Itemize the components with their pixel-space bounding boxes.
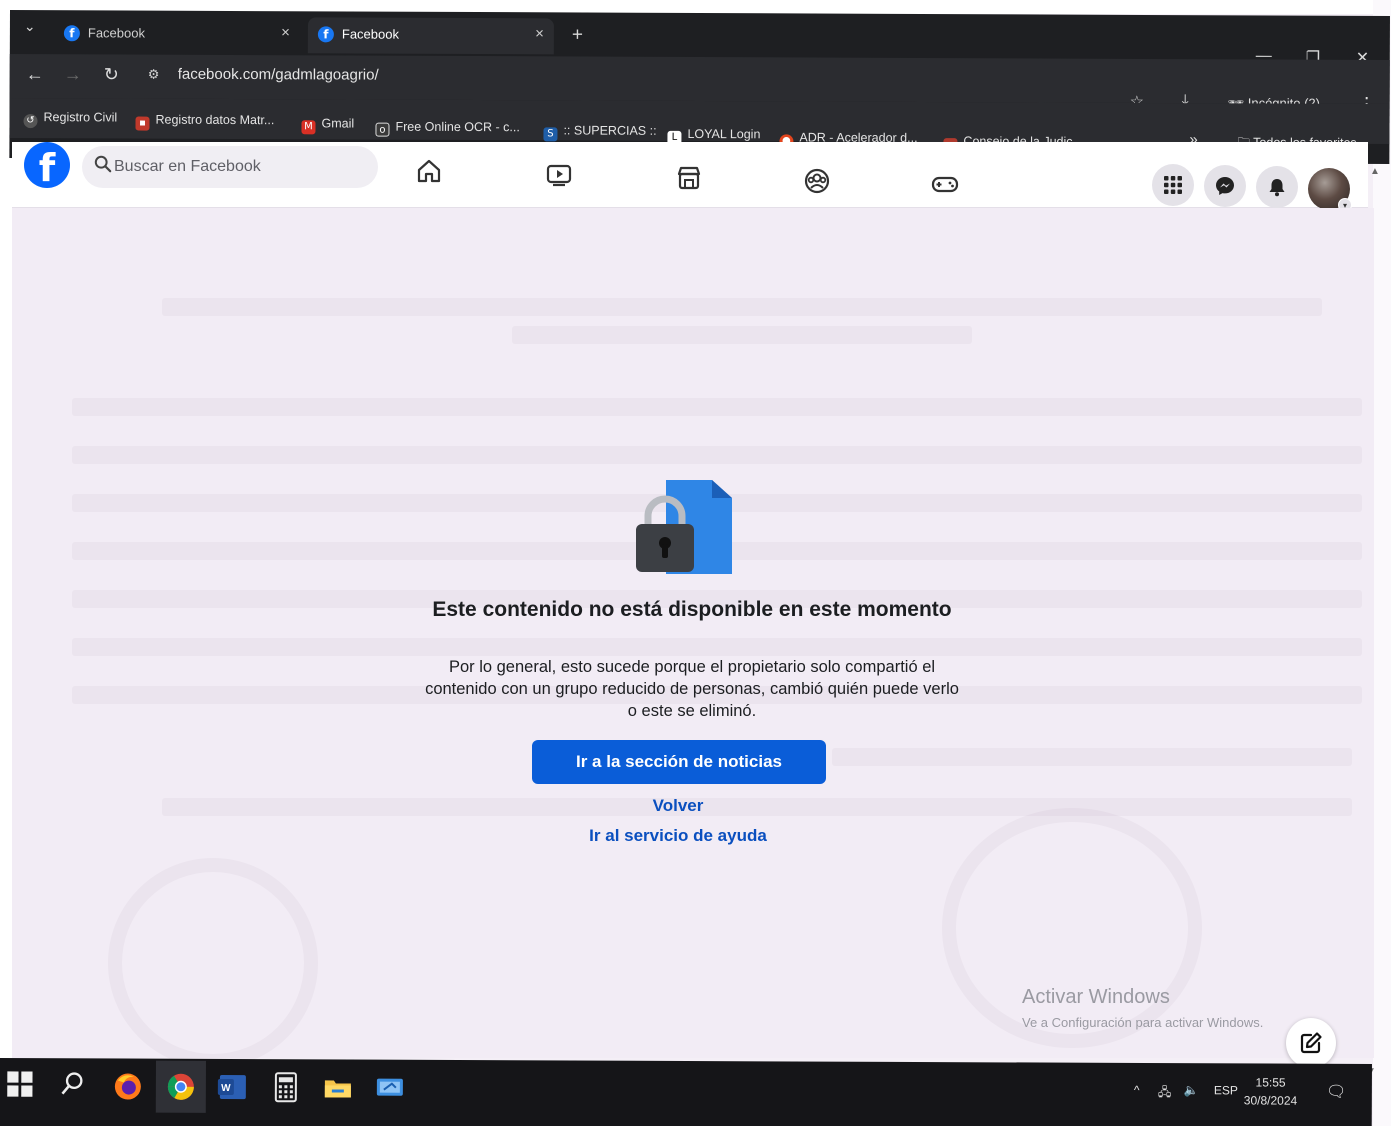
help-center-link[interactable]: Ir al servicio de ayuda bbox=[528, 826, 828, 846]
unavailable-description: Por lo general, esto sucede porque el pr… bbox=[425, 658, 959, 720]
volume-icon[interactable]: 🔈 bbox=[1184, 1083, 1199, 1097]
file-explorer-icon[interactable] bbox=[320, 1069, 356, 1105]
chrome-icon[interactable] bbox=[163, 1069, 199, 1105]
bookmark-registro-datos[interactable]: ▪ Registro datos Matr... bbox=[135, 113, 274, 132]
tab-strip: ⌄ f Facebook × f Facebook × + — ❐ ✕ bbox=[10, 10, 1390, 67]
facebook-favicon-icon: f bbox=[317, 26, 334, 43]
background-bleed-line bbox=[72, 638, 1362, 656]
tab-close-icon[interactable]: × bbox=[281, 24, 290, 41]
marketplace-icon[interactable] bbox=[674, 163, 704, 193]
home-icon[interactable] bbox=[414, 156, 444, 186]
supercias-icon: S bbox=[543, 127, 558, 142]
background-bleed-line bbox=[72, 446, 1362, 464]
registro-datos-icon: ▪ bbox=[135, 116, 150, 131]
locked-content-illustration-icon bbox=[636, 480, 732, 574]
windows-start-icon[interactable] bbox=[6, 1070, 34, 1098]
remote-desktop-icon[interactable] bbox=[372, 1070, 408, 1106]
scroll-up-arrow-icon[interactable]: ▲ bbox=[1370, 166, 1380, 177]
tray-show-hidden-chevron-icon[interactable]: ^ bbox=[1134, 1083, 1140, 1097]
tab-inactive[interactable]: f Facebook × bbox=[54, 16, 300, 53]
background-bleed-line bbox=[512, 326, 972, 344]
clock-date: 30/8/2024 bbox=[1243, 1093, 1298, 1108]
search-input[interactable] bbox=[114, 152, 364, 182]
unavailable-title: Este contenido no está disponible en est… bbox=[432, 598, 952, 621]
bookmark-registro-civil[interactable]: ↺ Registro Civil bbox=[23, 110, 117, 129]
bell-icon bbox=[1269, 179, 1285, 197]
calculator-icon[interactable] bbox=[268, 1069, 304, 1105]
grid-menu-icon bbox=[1164, 176, 1182, 194]
notification-center-icon[interactable]: 🗨 bbox=[1326, 1082, 1346, 1102]
compose-icon bbox=[1300, 1032, 1322, 1054]
new-message-button[interactable] bbox=[1286, 1018, 1336, 1068]
watermark-title: Activar Windows bbox=[1022, 986, 1170, 1008]
gaming-icon[interactable] bbox=[930, 169, 960, 199]
scan-border-left bbox=[0, 0, 12, 1135]
ocr-icon: o bbox=[375, 122, 390, 137]
tab-search-chevron-icon[interactable]: ⌄ bbox=[24, 18, 36, 35]
messenger-button[interactable] bbox=[1204, 165, 1246, 207]
windows-taskbar: W ^ 🖧 🔈 ESP 15:55 30/8/2024 🗨 bbox=[0, 1058, 1372, 1132]
language-indicator[interactable]: ESP bbox=[1214, 1083, 1238, 1097]
facebook-top-bar: f ▾ bbox=[12, 142, 1368, 212]
clock-time: 15:55 bbox=[1255, 1075, 1286, 1090]
profile-avatar[interactable]: ▾ bbox=[1308, 168, 1352, 212]
search-box[interactable] bbox=[82, 146, 378, 188]
messenger-icon bbox=[1216, 177, 1234, 195]
taskbar-clock[interactable]: 15:55 30/8/2024 bbox=[1244, 1073, 1298, 1109]
new-tab-plus-icon[interactable]: + bbox=[572, 24, 583, 46]
forward-arrow-icon[interactable]: → bbox=[64, 64, 82, 85]
tab-active[interactable]: f Facebook × bbox=[307, 17, 554, 55]
video-icon[interactable] bbox=[544, 160, 574, 190]
bookmark-supercias[interactable]: S:: SUPERCIAS :: bbox=[543, 123, 657, 142]
bookmark-free-ocr[interactable]: o Free Online OCR - c... bbox=[375, 120, 520, 138]
gmail-icon: M bbox=[301, 120, 316, 135]
firefox-icon[interactable] bbox=[110, 1068, 146, 1104]
back-arrow-icon[interactable]: ← bbox=[26, 64, 44, 85]
menu-grid-button[interactable] bbox=[1152, 164, 1194, 206]
site-info-icon[interactable]: ⚙ bbox=[148, 67, 160, 83]
background-bleed-line bbox=[162, 298, 1322, 316]
url-bar[interactable]: facebook.com/gadmlagoagrio/ bbox=[178, 66, 379, 84]
facebook-logo-icon[interactable]: f bbox=[24, 142, 70, 190]
word-icon[interactable]: W bbox=[214, 1069, 250, 1105]
background-bleed-line bbox=[72, 398, 1362, 416]
main-content: Este contenido no está disponible en est… bbox=[12, 208, 1374, 1068]
taskbar-search-icon[interactable] bbox=[60, 1070, 86, 1096]
address-toolbar: ← → ↻ ⚙ facebook.com/gadmlagoagrio/ ☆ ⤓ … bbox=[9, 53, 1390, 114]
facebook-favicon-icon: f bbox=[63, 25, 80, 42]
tab-title: Facebook bbox=[87, 25, 146, 41]
groups-icon[interactable] bbox=[802, 166, 832, 196]
browser-chrome: ⌄ f Facebook × f Facebook × + — ❐ ✕ ← → … bbox=[9, 10, 1390, 165]
registro-civil-icon: ↺ bbox=[23, 114, 38, 129]
bookmarks-bar: ↺ Registro Civil ▪ Registro datos Matr... … bbox=[9, 97, 1390, 153]
go-to-news-feed-button[interactable]: Ir a la sección de noticias bbox=[532, 740, 826, 784]
activate-windows-watermark: Activar Windows Ve a Configuración para … bbox=[1022, 986, 1263, 1030]
svg-text:W: W bbox=[221, 1083, 231, 1094]
back-link[interactable]: Volver bbox=[528, 796, 828, 816]
bookmark-gmail[interactable]: M Gmail bbox=[301, 116, 354, 135]
network-icon[interactable]: 🖧 bbox=[1158, 1083, 1171, 1104]
background-seal bbox=[108, 858, 318, 1068]
tab-title: Facebook bbox=[341, 26, 400, 42]
reload-icon[interactable]: ↻ bbox=[104, 64, 119, 85]
notifications-button[interactable] bbox=[1256, 166, 1298, 208]
search-icon bbox=[94, 155, 112, 173]
background-bleed-line bbox=[832, 748, 1352, 766]
scan-border-bottom bbox=[0, 1126, 1391, 1135]
watermark-subtitle: Ve a Configuración para activar Windows. bbox=[1022, 1015, 1264, 1030]
tab-close-icon[interactable]: × bbox=[535, 25, 544, 42]
